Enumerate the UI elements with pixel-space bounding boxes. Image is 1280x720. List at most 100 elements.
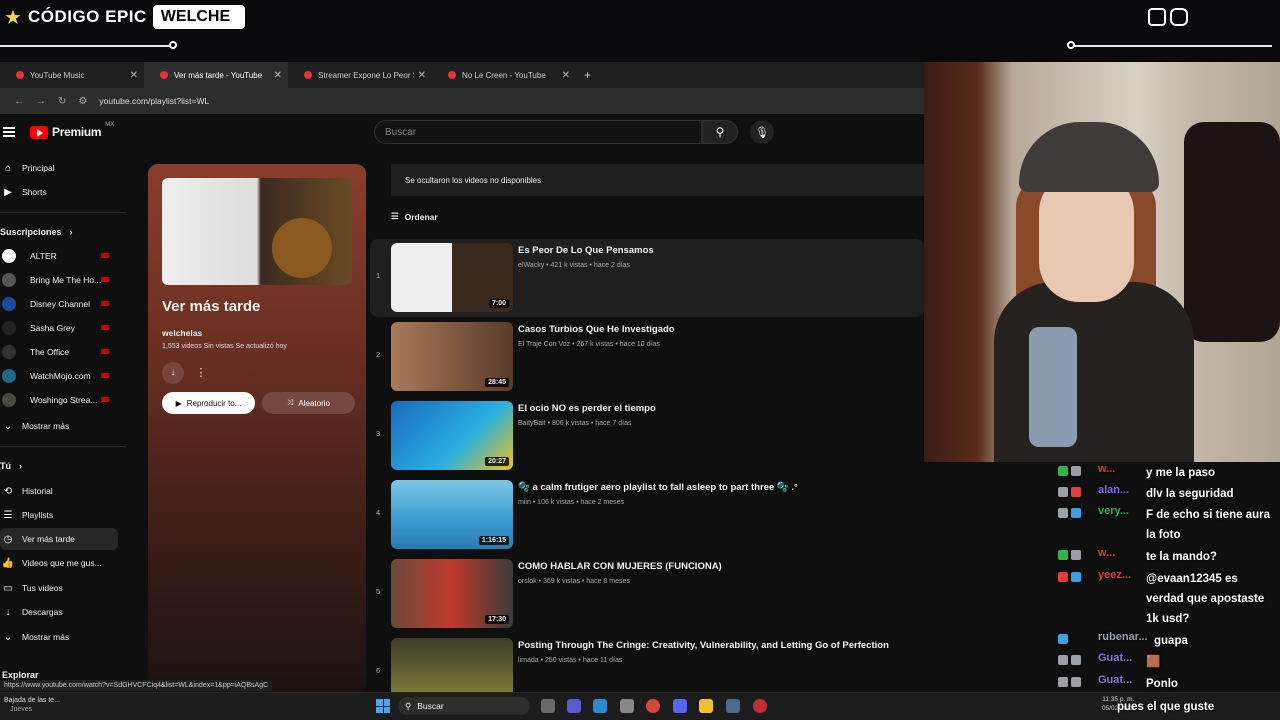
live-indicator-icon [101, 373, 109, 378]
sidebar-item-label: Mostrar más [22, 632, 70, 642]
chat-username: very... [1098, 505, 1129, 517]
youtube-logo[interactable]: Premium MX [30, 122, 114, 139]
video-row[interactable]: 5 17:30 COMO HABLAR CON MUJERES (FUNCION… [370, 555, 924, 633]
close-icon[interactable]: ✕ [418, 70, 426, 81]
sidebar-item-liked[interactable]: 👍 Videos que me gus... [0, 552, 118, 574]
video-index: 1 [376, 271, 381, 280]
playlist-thumbnail[interactable] [162, 178, 352, 285]
sidebar-you-header[interactable]: Tú › [0, 455, 118, 477]
file-explorer-icon[interactable] [699, 699, 713, 713]
video-title[interactable]: Es Peor De Lo Que Pensamos [518, 245, 654, 256]
video-title[interactable]: 🫧 a calm frutiger aero playlist to fall … [518, 482, 798, 493]
webcam-feed [924, 62, 1280, 462]
sidebar-item-subscription[interactable]: Bring Me The Ho... [0, 269, 118, 291]
sidebar-item-principal[interactable]: ⌂ Principal [0, 157, 118, 179]
video-title[interactable]: Casos Turbios Que He Investigado [518, 324, 675, 335]
tab-youtube-music[interactable]: YouTube Music ✕ [0, 62, 144, 88]
reload-icon[interactable]: ↻ [58, 96, 66, 107]
settings-icon[interactable] [620, 699, 634, 713]
show-more-you[interactable]: ⌄ Mostrar más [0, 626, 118, 648]
sidebar-item-historial[interactable]: ⟲ Historial [0, 480, 118, 502]
sidebar-subscriptions-header[interactable]: Suscripciones › [0, 221, 118, 243]
video-thumbnail[interactable]: 7:00 [391, 243, 513, 312]
more-options-button[interactable]: ⋮ [190, 362, 212, 384]
sidebar-item-tus-videos[interactable]: ▭ Tus videos [0, 577, 118, 599]
chat-message: Guat... 🟫 [1058, 652, 1276, 672]
sidebar-item-subscription[interactable]: ALTER [0, 245, 118, 267]
chat-message: rubenar... guapa [1058, 631, 1276, 651]
forward-icon[interactable]: → [36, 96, 46, 107]
video-title[interactable]: Posting Through The Cringe: Creativity, … [518, 640, 889, 651]
close-icon[interactable]: ✕ [274, 70, 282, 81]
chat-text: te la mando? [1146, 551, 1217, 563]
chat-badges [1058, 505, 1098, 518]
play-all-button[interactable]: ▶ Reproducir to... [162, 392, 255, 414]
sidebar-item-subscription[interactable]: Sasha Grey [0, 317, 118, 339]
video-thumbnail[interactable]: 20:27 [391, 401, 513, 470]
water-bottle [1029, 327, 1077, 447]
download-button[interactable]: ↓ [162, 362, 184, 384]
sidebar-item-subscription[interactable]: WatchMojo.com [0, 365, 118, 387]
video-title[interactable]: El ocio NO es perder el tiempo [518, 403, 656, 414]
tab-streamer-expone[interactable]: Streamer Expone Lo Peor Sin C ✕ [288, 62, 432, 88]
sidebar-item-shorts[interactable]: ▶ Shorts [0, 181, 118, 203]
video-thumbnail[interactable]: 17:30 [391, 559, 513, 628]
video-thumbnail[interactable]: 28:45 [391, 322, 513, 391]
search-input[interactable]: Buscar [374, 120, 702, 144]
shuffle-button[interactable]: ⤨ Aleatorio [262, 392, 355, 414]
video-title[interactable]: COMO HABLAR CON MUJERES (FUNCIONA) [518, 561, 722, 572]
video-row[interactable]: 2 28:45 Casos Turbios Que He Investigado… [370, 318, 924, 396]
new-tab-button[interactable]: + [584, 68, 591, 82]
sort-button[interactable]: ☰ Ordenar [391, 211, 438, 222]
live-indicator-icon [101, 301, 109, 306]
video-row[interactable]: 3 20:27 El ocio NO es perder el tiempo B… [370, 397, 924, 475]
copilot-icon[interactable] [593, 699, 607, 713]
sort-icon: ☰ [391, 211, 399, 221]
obs-icon[interactable] [753, 699, 767, 713]
video-row[interactable]: 6 Posting Through The Cringe: Creativity… [370, 634, 924, 692]
sidebar-item-subscription[interactable]: Disney Channel [0, 293, 118, 315]
video-index: 2 [376, 350, 381, 359]
video-thumbnail[interactable]: 1:16:15 [391, 480, 513, 549]
taskbar-search[interactable]: ⚲ Buscar [398, 697, 530, 715]
site-info-icon[interactable]: ⚙ [78, 96, 87, 107]
video-row[interactable]: 4 1:16:15 🫧 a calm frutiger aero playlis… [370, 476, 924, 554]
tab-no-le-creen[interactable]: No Le Creen - YouTube ✕ [432, 62, 576, 88]
back-icon[interactable]: ← [14, 96, 24, 107]
chat-text: y me la paso [1146, 467, 1216, 479]
app-icon[interactable] [726, 699, 740, 713]
sidebar-item-subscription[interactable]: The Office [0, 341, 118, 363]
close-icon[interactable]: ✕ [130, 70, 138, 81]
video-thumbnail[interactable] [391, 638, 513, 692]
teams-icon[interactable] [567, 699, 581, 713]
badge-icon [1071, 466, 1081, 476]
chrome-icon[interactable] [646, 699, 660, 713]
twitch-icon [1148, 8, 1166, 26]
video-row[interactable]: 1 7:00 Es Peor De Lo Que Pensamos elWack… [370, 239, 924, 317]
url-field[interactable]: youtube.com/playlist?list=WL [99, 96, 209, 106]
sidebar-item-descargas[interactable]: ↓ Descargas [0, 601, 118, 623]
show-more-subscriptions[interactable]: ⌄ Mostrar más [0, 415, 118, 437]
taskbar-weather-widget[interactable]: Bajada de las te... Jueves [4, 696, 60, 714]
button-label: Reproducir to... [186, 398, 242, 408]
sidebar-item-subscription[interactable]: Woshingo Strea... [0, 389, 118, 411]
sidebar-item-ver-mas-tarde[interactable]: ◷ Ver más tarde [0, 528, 118, 550]
brand-tag: WELCHE [152, 5, 245, 29]
menu-icon[interactable] [3, 127, 15, 137]
start-button[interactable] [376, 699, 390, 713]
search-button[interactable]: ⚲ [702, 120, 738, 144]
video-meta: miin • 106 k vistas • hace 2 meses [518, 499, 625, 506]
search-icon: ⚲ [715, 125, 725, 139]
task-view-icon[interactable] [541, 699, 555, 713]
link-status-bar: https://www.youtube.com/watch?v=SdGHVCFC… [0, 680, 273, 691]
decor-dot-right [1067, 41, 1075, 49]
playlist-owner[interactable]: welchelas [162, 328, 202, 338]
discord-icon[interactable] [673, 699, 687, 713]
channel-avatar [2, 273, 16, 287]
sidebar-item-playlists[interactable]: ☰ Playlists [0, 504, 118, 526]
decor-line-left [0, 45, 173, 47]
voice-search-button[interactable]: 🎙 [750, 120, 774, 144]
chat-message: w... te la mando? [1058, 547, 1276, 567]
close-icon[interactable]: ✕ [562, 70, 570, 81]
tab-ver-mas-tarde[interactable]: Ver más tarde - YouTube ✕ [144, 62, 288, 88]
